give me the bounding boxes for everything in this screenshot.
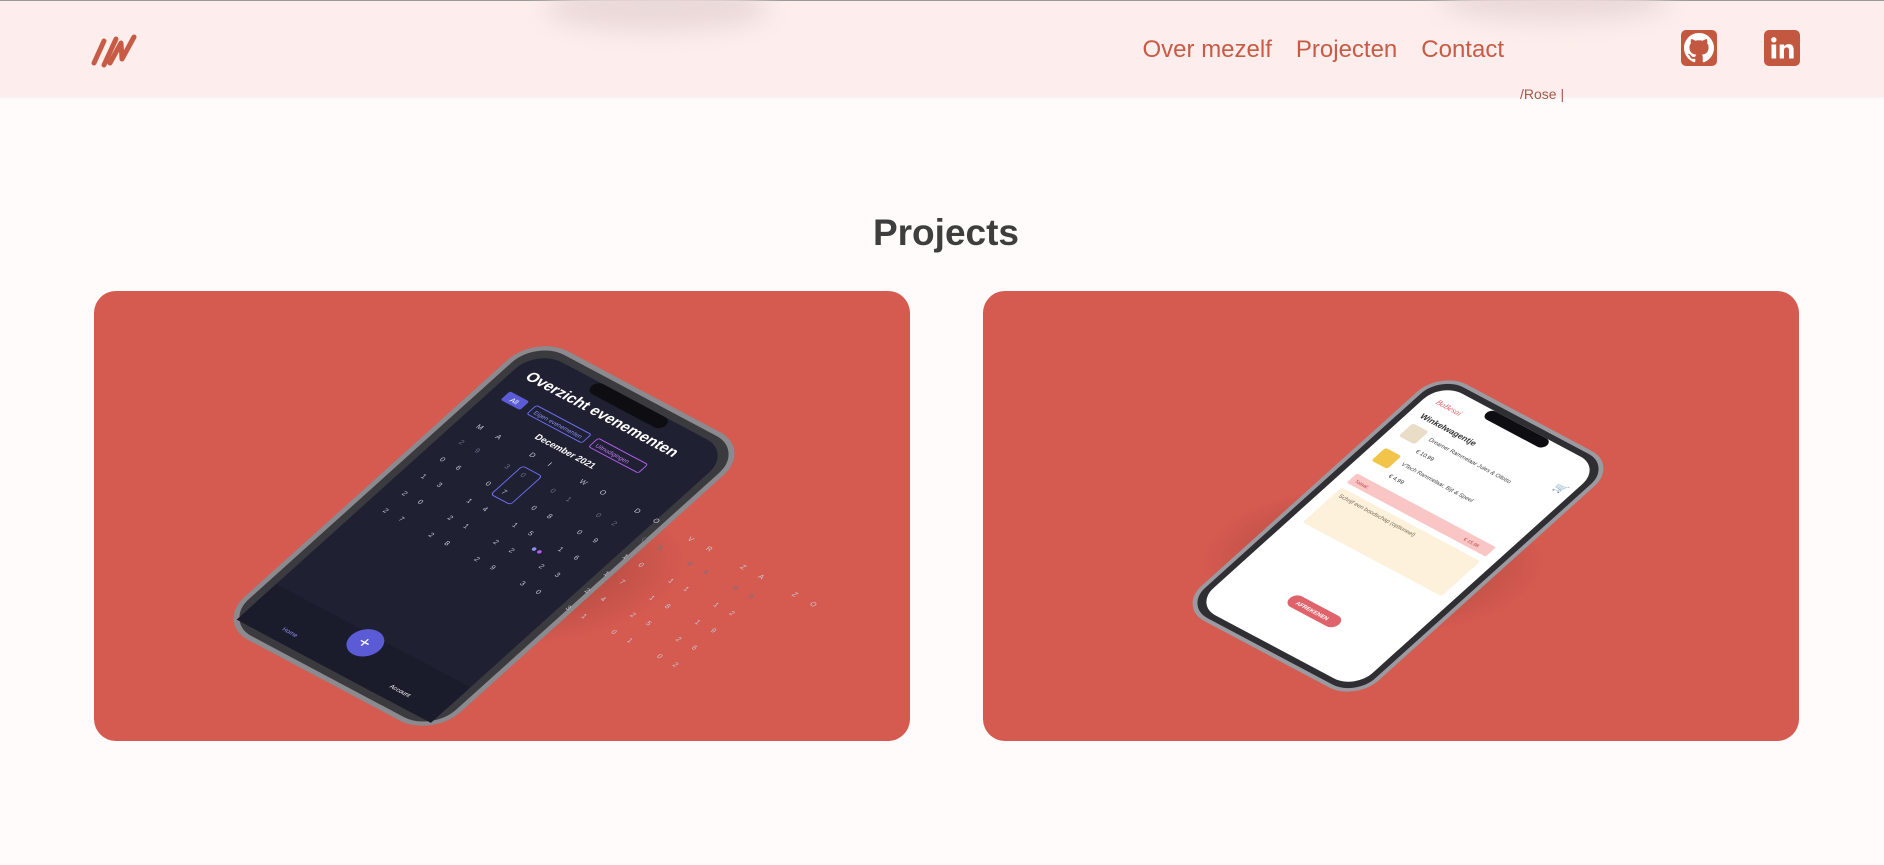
- github-link[interactable]: [1681, 30, 1717, 66]
- linkedin-link[interactable]: [1764, 30, 1800, 66]
- site-header: Over mezelf Projecten Contact: [0, 0, 1884, 97]
- main-nav: Over mezelf Projecten Contact: [1119, 36, 1504, 64]
- linkedin-icon: [1771, 37, 1794, 59]
- nav-over-mezelf[interactable]: Over mezelf: [1143, 36, 1272, 64]
- project-card-events[interactable]: Overzicht evenementen All Eigen evenemen…: [94, 291, 910, 741]
- logo-mark[interactable]: [90, 29, 142, 71]
- header-decoration: [545, 0, 770, 31]
- project-image-events: Overzicht evenementen All Eigen evenemen…: [233, 346, 833, 726]
- project-card-shop[interactable]: BoBesai Winkelwagentje 🛒 Dreamer Rammela…: [983, 291, 1799, 741]
- partial-hidden-text: /Rose |: [1520, 86, 1565, 102]
- nav-contact[interactable]: Contact: [1421, 36, 1504, 64]
- github-icon: [1684, 33, 1714, 63]
- section-title: Projects: [872, 212, 1019, 253]
- nav-projecten[interactable]: Projecten: [1296, 36, 1397, 64]
- project-image-shop: BoBesai Winkelwagentje 🛒 Dreamer Rammela…: [1192, 380, 1604, 692]
- header-decoration: [1440, 0, 1670, 21]
